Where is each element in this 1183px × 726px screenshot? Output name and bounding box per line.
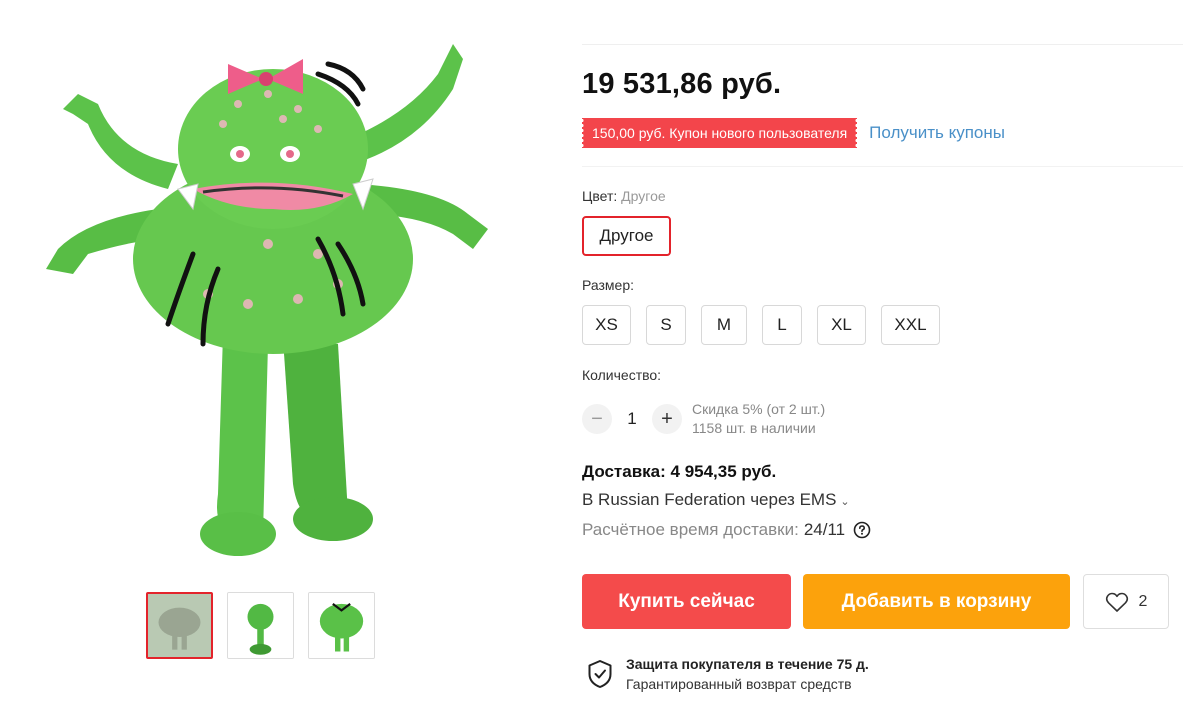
delivery-time-value: 24/11 [803, 520, 846, 539]
size-option-s[interactable]: S [646, 305, 686, 345]
quantity-value[interactable]: 1 [612, 409, 652, 429]
quantity-decrease-button[interactable]: − [582, 404, 612, 434]
size-option-xxl[interactable]: XXL [881, 305, 940, 345]
color-label-text: Цвет: [582, 188, 618, 204]
color-selected-value: Другое [621, 188, 666, 204]
color-label: Цвет: Другое [582, 188, 666, 204]
buyer-protection-text: Защита покупателя в течение 75 д. Гарант… [626, 654, 869, 694]
buyer-protection-subtitle: Гарантированный возврат средств [626, 676, 852, 692]
quantity-info: Скидка 5% (от 2 шт.) 1158 шт. в наличии [692, 400, 825, 438]
delivery-time-label: Расчётное время доставки: [582, 520, 799, 539]
shield-check-icon [588, 660, 612, 688]
color-option-other[interactable]: Другое [582, 216, 671, 256]
coupon-row: 150,00 руб. Купон нового пользователя По… [579, 118, 1005, 148]
product-price: 19 531,86 руб. [582, 68, 782, 100]
buy-now-button[interactable]: Купить сейчас [582, 574, 791, 629]
top-divider [582, 44, 1183, 45]
thumbnail-image [228, 593, 293, 658]
size-option-xl[interactable]: XL [817, 305, 866, 345]
quantity-stepper: − 1 + Скидка 5% (от 2 шт.) 1158 шт. в на… [582, 400, 825, 438]
quantity-label: Количество: [582, 367, 662, 383]
thumbnail-2[interactable] [227, 592, 294, 659]
section-divider [582, 166, 1183, 167]
thumbnail-1[interactable] [146, 592, 213, 659]
thumbnail-strip [146, 592, 375, 659]
size-option-xs[interactable]: XS [582, 305, 631, 345]
delivery-route-selector[interactable]: В Russian Federation через EMS ⌄ [582, 490, 850, 510]
quantity-increase-button[interactable]: + [652, 404, 682, 434]
wishlist-button[interactable]: 2 [1083, 574, 1169, 629]
add-to-cart-button[interactable]: Добавить в корзину [803, 574, 1070, 629]
thumbnail-3[interactable] [308, 592, 375, 659]
thumbnail-image [148, 594, 211, 657]
question-circle-icon[interactable] [853, 521, 871, 539]
buyer-protection: Защита покупателя в течение 75 д. Гарант… [587, 654, 869, 694]
size-label: Размер: [582, 277, 635, 293]
bulk-discount-text: Скидка 5% (от 2 шт.) [692, 401, 826, 417]
size-option-l[interactable]: L [762, 305, 802, 345]
chevron-down-icon: ⌄ [840, 495, 850, 508]
wishlist-count: 2 [1138, 592, 1148, 610]
size-options: XS S M L XL XXL [582, 305, 955, 345]
delivery-route-text: В Russian Federation через EMS [582, 490, 837, 509]
size-option-m[interactable]: M [701, 305, 747, 345]
buyer-protection-title: Защита покупателя в течение 75 д. [626, 656, 869, 672]
stock-text: 1158 шт. в наличии [692, 420, 816, 436]
heart-icon [1105, 592, 1128, 612]
product-main-image[interactable] [18, 14, 508, 574]
monster-mascot-image [46, 44, 488, 556]
get-coupons-link[interactable]: Получить купоны [869, 123, 1005, 143]
new-user-coupon-badge[interactable]: 150,00 руб. Купон нового пользователя [579, 118, 860, 148]
delivery-cost: Доставка: 4 954,35 руб. [582, 462, 777, 481]
delivery-time: Расчётное время доставки: 24/11 [582, 520, 871, 540]
thumbnail-image [309, 593, 374, 658]
